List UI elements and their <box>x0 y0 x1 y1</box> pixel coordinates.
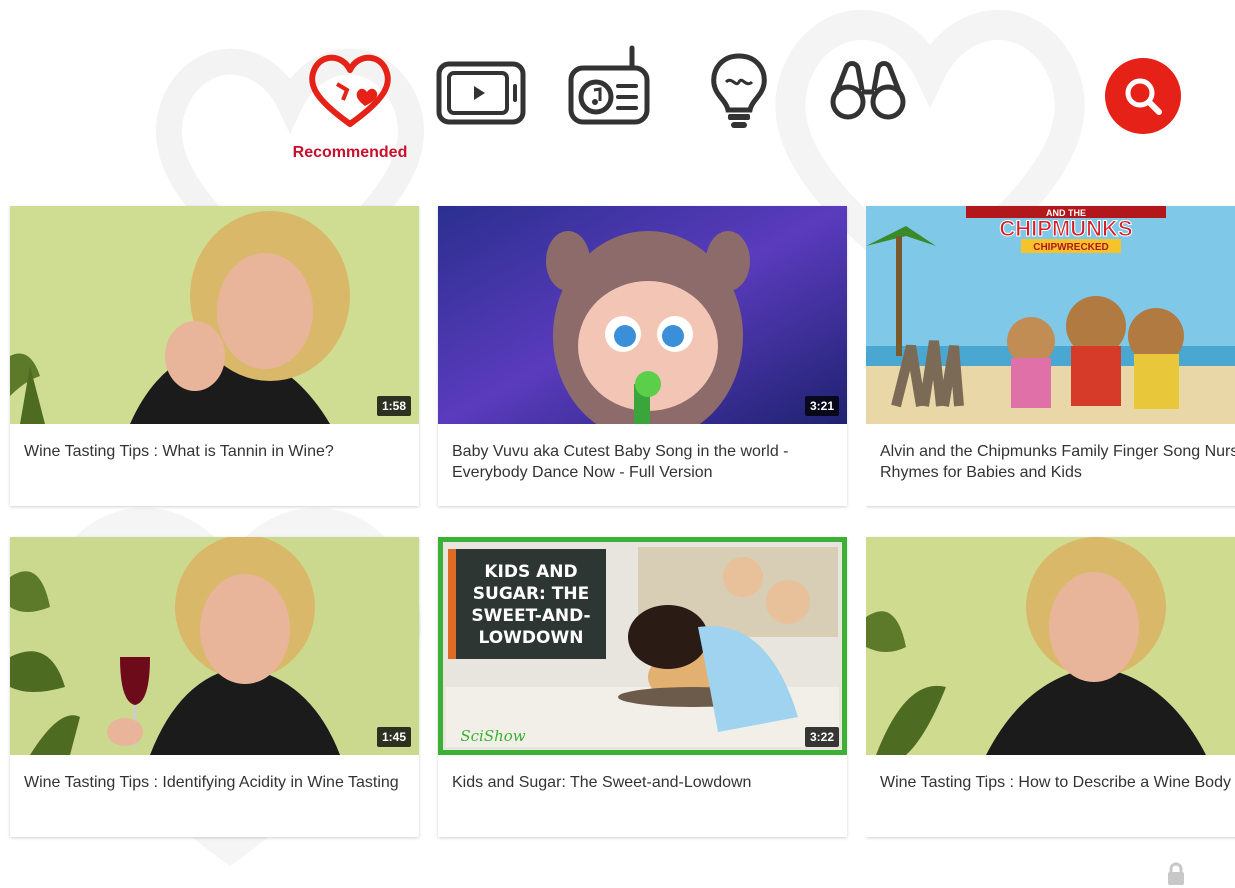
video-card[interactable]: AND THE CHIPMUNKS CHIPWRECKED Alvin and … <box>866 206 1235 506</box>
video-card[interactable]: Wine Tasting Tips : How to Describe a Wi… <box>866 537 1235 837</box>
thumbnail-text: CHIPWRECKED <box>1033 242 1109 253</box>
video-duration: 3:21 <box>804 396 839 416</box>
tab-explore[interactable] <box>828 44 908 132</box>
video-thumbnail: 3:21 <box>438 206 847 424</box>
tab-music[interactable] <box>566 44 652 132</box>
top-navigation: Recommended <box>0 0 1235 170</box>
thumbnail-text: LOWDOWN <box>479 628 584 648</box>
thumbnail-text: SWEET-AND- <box>471 606 590 626</box>
binoculars-icon <box>830 61 906 120</box>
video-thumbnail: 1:58 <box>10 206 419 424</box>
heart-icon <box>309 54 391 127</box>
lock-icon[interactable] <box>1166 862 1186 886</box>
thumbnail-text: CHIPMUNKS <box>999 216 1132 241</box>
video-card[interactable]: 1:45 Wine Tasting Tips : Identifying Aci… <box>10 537 419 837</box>
video-thumbnail <box>866 537 1235 755</box>
video-thumbnail: 1:45 <box>10 537 419 755</box>
tab-shows[interactable] <box>435 44 527 132</box>
tab-recommended-label: Recommended <box>292 144 408 161</box>
video-card[interactable]: KIDS AND SUGAR: THE SWEET-AND- LOWDOWN S… <box>438 537 847 837</box>
video-title: Kids and Sugar: The Sweet-and-Lowdown <box>452 774 752 791</box>
video-title: Baby Vuvu aka Cutest Baby Song in the wo… <box>452 443 789 481</box>
video-title: Wine Tasting Tips : What is Tannin in Wi… <box>24 443 334 460</box>
search-button[interactable] <box>1105 58 1181 134</box>
video-duration: 1:45 <box>376 727 411 747</box>
video-title: Wine Tasting Tips : Identifying Acidity … <box>24 774 399 791</box>
thumbnail-text: SUGAR: THE <box>473 584 589 604</box>
radio-icon <box>568 45 650 125</box>
tv-play-icon <box>436 61 526 125</box>
video-duration: 1:58 <box>376 396 411 416</box>
video-card[interactable]: 1:58 Wine Tasting Tips : What is Tannin … <box>10 206 419 506</box>
scishow-logo-text: SciShow <box>460 727 525 745</box>
thumbnail-text: KIDS AND <box>484 562 577 582</box>
lightbulb-icon <box>711 53 767 128</box>
video-thumbnail: KIDS AND SUGAR: THE SWEET-AND- LOWDOWN S… <box>438 537 847 755</box>
video-column-clipped: AND THE CHIPMUNKS CHIPWRECKED Alvin and … <box>866 200 1235 850</box>
video-duration: 3:22 <box>804 727 839 747</box>
video-title: Alvin and the Chipmunks Family Finger So… <box>880 443 1235 481</box>
video-thumbnail: AND THE CHIPMUNKS CHIPWRECKED <box>866 206 1235 424</box>
video-title: Wine Tasting Tips : How to Describe a Wi… <box>880 774 1231 791</box>
tab-recommended[interactable]: Recommended <box>285 44 415 162</box>
tab-learning[interactable] <box>706 44 772 132</box>
search-icon <box>1125 78 1162 115</box>
video-card[interactable]: 3:21 Baby Vuvu aka Cutest Baby Song in t… <box>438 206 847 506</box>
